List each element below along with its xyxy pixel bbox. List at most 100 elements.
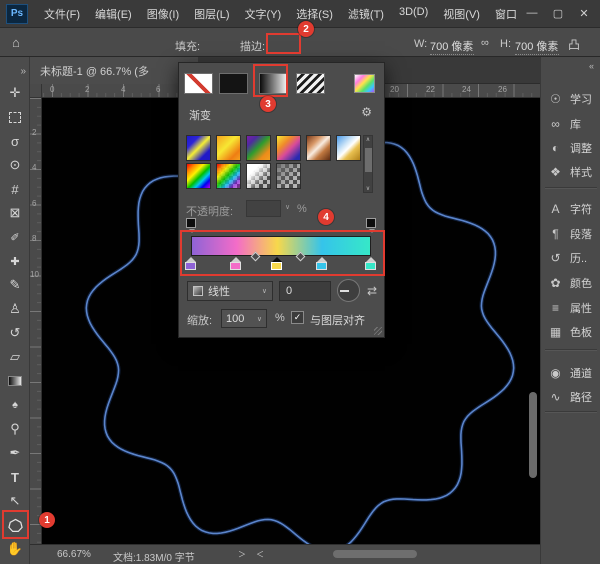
gradient-preset-orange-yellow[interactable] (216, 135, 241, 161)
gradient-preset-violet-green-orange[interactable] (246, 135, 271, 161)
menu-window[interactable]: 窗口 (495, 6, 517, 22)
menu-select[interactable]: 选择(S) (296, 6, 333, 22)
move-tool[interactable]: ✛ (0, 81, 30, 105)
panel-paragraph[interactable]: ¶段落 (541, 223, 600, 245)
menu-3d[interactable]: 3D(D) (399, 6, 428, 22)
eraser-tool[interactable]: ▱ (0, 345, 30, 369)
gradient-preset-spectrum[interactable] (186, 163, 211, 189)
panel-label: 属性 (570, 300, 592, 316)
gradient-preset-transparent-rainbow[interactable] (216, 163, 241, 189)
gradient-tool[interactable] (0, 369, 30, 393)
scrollbar-thumb[interactable] (365, 148, 372, 172)
width-label: W: (414, 38, 427, 50)
maximize-button[interactable]: ▢ (550, 7, 566, 20)
resize-grip[interactable] (374, 327, 382, 335)
menu-type[interactable]: 文字(Y) (245, 6, 282, 22)
status-bar: 66.67% 文档:1.83M/0 字节 ＞ ＜ (30, 544, 540, 564)
menu-edit[interactable]: 编辑(E) (95, 6, 132, 22)
panel-paths[interactable]: ∿路径 (541, 386, 600, 408)
link-dimensions-icon[interactable]: ∞ (481, 37, 489, 49)
marquee-tool[interactable] (0, 105, 30, 129)
menu-filter[interactable]: 滤镜(T) (348, 6, 384, 22)
panel-history[interactable]: ↺历.. (541, 247, 600, 269)
gradient-preset-white-transparent[interactable] (246, 163, 271, 189)
type-tool[interactable]: T (0, 465, 30, 489)
divider (545, 187, 597, 188)
blur-tool[interactable]: ♠ (0, 393, 30, 417)
panel-label: 库 (570, 116, 581, 132)
width-input[interactable]: 700 像素 (430, 38, 474, 55)
preset-scrollbar[interactable]: ∧ ∨ (363, 135, 373, 193)
panel-character[interactable]: A字符 (541, 198, 600, 220)
panel-properties[interactable]: ≡属性 (541, 297, 600, 319)
next-arrow-icon[interactable]: ＞ (238, 549, 246, 560)
lasso-tool[interactable]: σ (0, 129, 30, 153)
paragraph-icon: ¶ (548, 227, 563, 241)
brush-tool[interactable]: ✎ (0, 273, 30, 297)
menu-image[interactable]: 图像(I) (147, 6, 179, 22)
color-picker-button[interactable] (354, 74, 375, 93)
solid-color-button[interactable] (219, 73, 248, 94)
opacity-stop-right[interactable] (366, 218, 376, 228)
gradient-preset-blue-white-gold[interactable] (336, 135, 361, 161)
toolbar-expand-icon[interactable]: » (0, 61, 30, 81)
collapse-panels-icon[interactable]: « (589, 61, 594, 71)
panel-swatches[interactable]: ▦色板 (541, 321, 600, 343)
healing-brush-tool[interactable]: ✚ (0, 249, 30, 273)
gradient-preset-copper[interactable] (306, 135, 331, 161)
gradient-style-select[interactable]: 线性 ∨ (187, 281, 273, 301)
panel-color[interactable]: ✿颜色 (541, 272, 600, 294)
gradient-preset-yellow-pink-blue[interactable] (276, 135, 301, 161)
chevron-down-icon: ∨ (262, 287, 267, 295)
hand-tool[interactable]: ✋ (0, 537, 30, 561)
scroll-down-icon[interactable]: ∨ (364, 185, 372, 192)
menu-items: 文件(F) 编辑(E) 图像(I) 图层(L) 文字(Y) 选择(S) 滤镜(T… (44, 6, 517, 22)
scale-select[interactable]: 100∨ (221, 309, 267, 328)
menu-layer[interactable]: 图层(L) (194, 6, 229, 22)
panel-label: 学习 (570, 91, 592, 107)
eyedropper-tool[interactable]: ✐ (0, 225, 30, 249)
annotation-box-stroke-swatch (266, 33, 301, 54)
gradient-preset-foreground-transparent[interactable] (276, 163, 301, 189)
panel-learn[interactable]: ☉学习 (541, 88, 600, 110)
menu-file[interactable]: 文件(F) (44, 6, 80, 22)
panel-libraries[interactable]: ∞库 (541, 113, 600, 135)
height-input[interactable]: 700 像素 (515, 38, 559, 55)
object-selection-tool[interactable]: ⊙ (0, 153, 30, 177)
zoom-level[interactable]: 66.67% (57, 549, 91, 560)
fill-label: 填充: (175, 38, 200, 54)
crop-tool[interactable]: # (0, 177, 30, 201)
close-button[interactable]: ✕ (576, 7, 592, 20)
ruler-tick-label: 6 (32, 199, 36, 208)
reverse-gradient-icon[interactable]: ⇄ (367, 284, 377, 298)
gradient-preset-blue-yellow-blue[interactable] (186, 135, 211, 161)
history-brush-tool[interactable]: ↺ (0, 321, 30, 345)
frame-tool[interactable]: ⊠ (0, 201, 30, 225)
opacity-label: 不透明度: (186, 203, 233, 219)
panel-adjustments[interactable]: ◐调整 (541, 137, 600, 159)
gear-icon[interactable]: ⚙ (361, 105, 372, 119)
horizontal-scrollbar-thumb[interactable] (333, 550, 417, 558)
angle-input[interactable]: 0 (279, 281, 331, 301)
pen-tool[interactable]: ✒ (0, 441, 30, 465)
minimize-button[interactable]: — (524, 7, 540, 20)
scroll-up-icon[interactable]: ∧ (364, 136, 372, 143)
panel-channels[interactable]: ◉通道 (541, 362, 600, 384)
home-icon[interactable]: ⌂ (12, 35, 20, 50)
opacity-stop-left[interactable] (186, 218, 196, 228)
menu-view[interactable]: 视图(V) (443, 6, 480, 22)
stroke-label: 描边: (240, 38, 265, 54)
panel-styles[interactable]: ❖样式 (541, 161, 600, 183)
clone-stamp-tool[interactable]: ♙ (0, 297, 30, 321)
vertical-scrollbar-thumb[interactable] (529, 392, 537, 478)
prev-arrow-icon[interactable]: ＜ (256, 549, 264, 560)
export-icon[interactable]: 凸 (568, 36, 580, 53)
adjustments-icon: ◐ (548, 141, 563, 155)
angle-dial[interactable] (337, 279, 360, 302)
document-tab[interactable]: 未标题-1 @ 66.7% (多 (30, 57, 198, 84)
pattern-button[interactable] (296, 73, 325, 94)
no-color-button[interactable] (184, 73, 213, 94)
align-with-layer-checkbox[interactable]: ✓ (291, 311, 304, 324)
opacity-input (246, 200, 281, 217)
dodge-tool[interactable]: ⚲ (0, 417, 30, 441)
